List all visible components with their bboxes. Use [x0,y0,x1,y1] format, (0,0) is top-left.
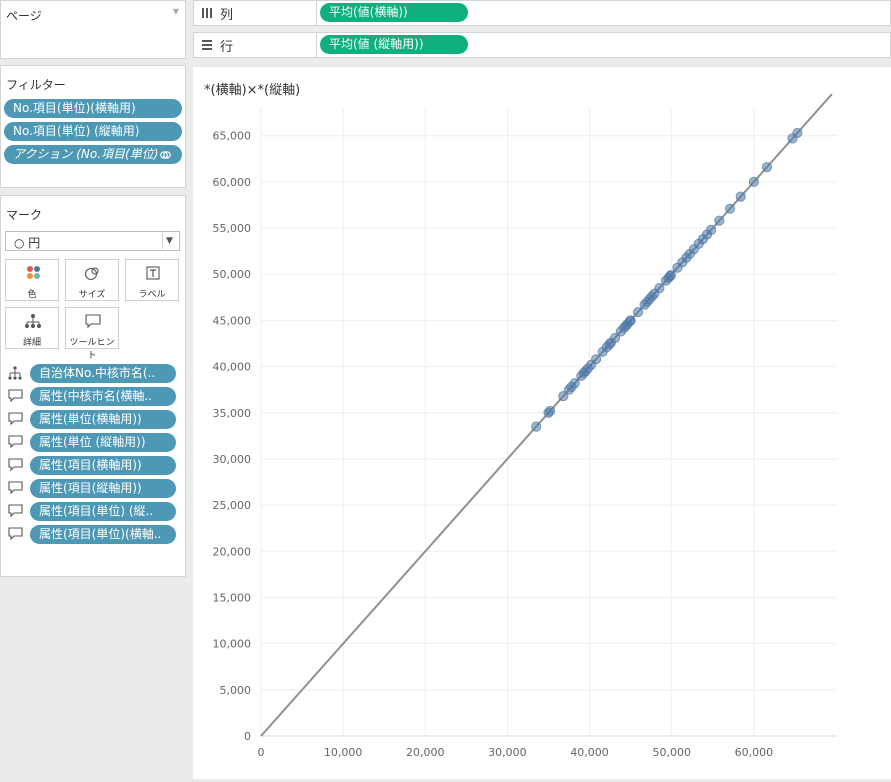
data-point[interactable] [545,405,556,417]
tooltip-icon [8,458,23,472]
data-point[interactable] [724,203,736,214]
scatter-chart[interactable]: 0 5,000 10,000 15,000 20,000 25,000 30,000 35,0… [193,67,891,779]
tooltip-icon [8,504,23,518]
data-point[interactable] [591,354,602,365]
color-button-label: 色 [27,290,37,300]
link-icon [160,151,171,159]
tooltip-icon [8,527,23,541]
rows-shelf-label: 行 [220,40,234,55]
marks-field-tooltip-7[interactable]: 属性(項目(単位)(横軸.. [30,525,176,544]
marks-field-tooltip-2[interactable]: 属性(単位(横軸用)) [30,410,176,429]
data-point[interactable] [531,421,542,432]
filter-pill-3[interactable]: アクション (No.項目(単位) .. [4,145,182,164]
pages-dropdown-icon[interactable]: ▼ [173,7,179,16]
data-point[interactable] [654,282,665,294]
data-point[interactable] [625,315,636,326]
tooltip-icon [8,412,23,426]
filters-title: フィルター [6,78,66,92]
marks-title: マーク [6,208,43,222]
y-tick-label: 65,000 [213,130,252,143]
grid [260,108,836,737]
tooltip-icon [8,389,23,403]
pages-card[interactable]: ページ ▼ [0,0,186,59]
mark-type-value: ○ 円 [14,236,41,250]
shelf-divider [316,33,317,57]
detail-icon [8,366,22,380]
filter-pill-3-label: アクション (No.項目(単位) .. [13,147,170,161]
mark-type-select[interactable]: ○ 円 ▼ [5,231,180,251]
marks-field-tooltip-1[interactable]: 属性(中核市名(横軸.. [30,387,176,406]
filter-pill-1[interactable]: No.項目(単位)(横軸用) [4,99,182,118]
size-button[interactable]: サイズ [65,259,119,301]
chart-title: *(横軸)×*(縦軸) [204,83,301,98]
color-button[interactable]: 色 [5,259,59,301]
detail-button[interactable]: 詳細 [5,307,59,349]
y-axis-ticks: 0 5,000 10,000 15,000 20,000 25,000 30,000 35,0… [213,130,252,743]
tooltip-icon [8,481,23,495]
data-point[interactable] [665,270,676,281]
y-tick-label: 30,000 [213,453,252,466]
x-tick-label: 10,000 [324,746,363,759]
size-icon [84,267,99,281]
text-label-icon [146,266,160,280]
y-tick-label: 50,000 [213,268,252,281]
x-tick-label: 30,000 [488,746,527,759]
data-point[interactable] [761,162,773,173]
data-point[interactable] [735,191,746,202]
rows-shelf[interactable]: 行 平均(値 (縦軸用)) [193,32,891,58]
tooltip-button-label: ツールヒント [69,338,115,361]
y-tick-label: 10,000 [213,638,252,651]
left-panel: ページ ▼ フィルター No.項目(単位)(横軸用) No.項目(単位) (縦軸… [0,0,188,779]
view-area: *(横軸)×*(縦軸) 0 5,000 10,000 15,000 20,000 25,0… [193,67,891,779]
rows-icon [202,40,212,50]
size-button-label: サイズ [78,290,106,300]
tooltip-icon [85,314,101,329]
label-button-label: ラベル [138,290,166,300]
data-point[interactable] [706,224,717,236]
rows-pill[interactable]: 平均(値 (縦軸用)) [320,35,468,54]
x-tick-label: 50,000 [652,746,691,759]
y-tick-label: 15,000 [213,591,252,604]
y-tick-label: 35,000 [213,407,252,420]
y-tick-label: 60,000 [213,176,252,189]
y-tick-label: 45,000 [213,314,252,327]
filters-card: フィルター No.項目(単位)(横軸用) No.項目(単位) (縦軸用) アクシ… [0,65,186,188]
y-tick-label: 40,000 [213,361,252,374]
columns-shelf-label: 列 [220,8,234,23]
columns-pill[interactable]: 平均(値(横軸)) [320,3,468,22]
marks-card: マーク ○ 円 ▼ 色 サイズ ラベル 詳細 ツールヒント 自治体No.中核市名… [0,195,186,577]
tooltip-button[interactable]: ツールヒント [65,307,119,361]
marks-field-tooltip-3[interactable]: 属性(単位 (縦軸用)) [30,433,176,452]
y-tick-label: 5,000 [220,684,252,697]
columns-icon [202,8,212,18]
columns-shelf[interactable]: 列 平均(値(横軸)) [193,0,891,26]
color-icon [27,266,40,279]
data-point[interactable] [748,176,759,187]
marks-field-tooltip-4[interactable]: 属性(項目(横軸用)) [30,456,176,475]
y-tick-label: 20,000 [213,545,252,558]
chevron-down-icon[interactable]: ▼ [162,233,176,249]
x-tick-label: 0 [258,746,265,759]
data-point[interactable] [632,307,644,318]
tooltip-icon [8,435,23,449]
x-tick-label: 40,000 [570,746,609,759]
x-tick-label: 60,000 [735,746,774,759]
data-point[interactable] [792,127,803,139]
x-tick-label: 20,000 [406,746,445,759]
y-tick-label: 25,000 [213,499,252,512]
filter-pill-2[interactable]: No.項目(単位) (縦軸用) [4,122,182,141]
x-axis-ticks: 0 10,000 20,000 30,000 40,000 50,000 60,000 [258,746,774,759]
y-tick-label: 55,000 [213,222,252,235]
label-button[interactable]: ラベル [125,259,179,301]
detail-button-label: 詳細 [22,338,41,348]
marks-field-tooltip-5[interactable]: 属性(項目(縦軸用)) [30,479,176,498]
pages-title: ページ [6,9,42,23]
shelf-divider [316,1,317,25]
marks-field-detail[interactable]: 自治体No.中核市名(.. [30,364,176,383]
y-tick-label: 0 [244,730,251,743]
data-point[interactable] [569,378,580,389]
data-point[interactable] [714,215,725,226]
detail-icon [25,314,41,328]
marks-field-tooltip-6[interactable]: 属性(項目(単位) (縦.. [30,502,176,521]
